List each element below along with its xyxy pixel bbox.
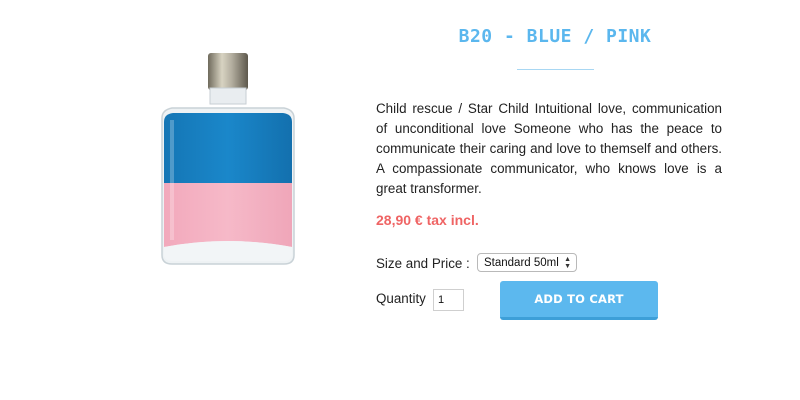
size-select-value: Standard 50ml <box>484 256 559 269</box>
product-title: B20 - BLUE / PINK <box>458 26 652 47</box>
select-arrows-icon: ▲ ▼ <box>564 256 571 270</box>
product-bottle-image <box>161 53 295 265</box>
title-divider <box>517 69 594 70</box>
product-description: Child rescue / Star Child Intuitional lo… <box>376 101 722 196</box>
size-select[interactable]: Standard 50ml ▲ ▼ <box>477 253 577 272</box>
add-to-cart-button[interactable]: ADD TO CART <box>500 281 658 320</box>
size-label: Size and Price : <box>376 256 470 271</box>
quantity-input[interactable]: 1 <box>433 289 464 311</box>
product-price: 28,90 € tax incl. <box>376 212 479 228</box>
quantity-label: Quantity <box>376 291 426 306</box>
